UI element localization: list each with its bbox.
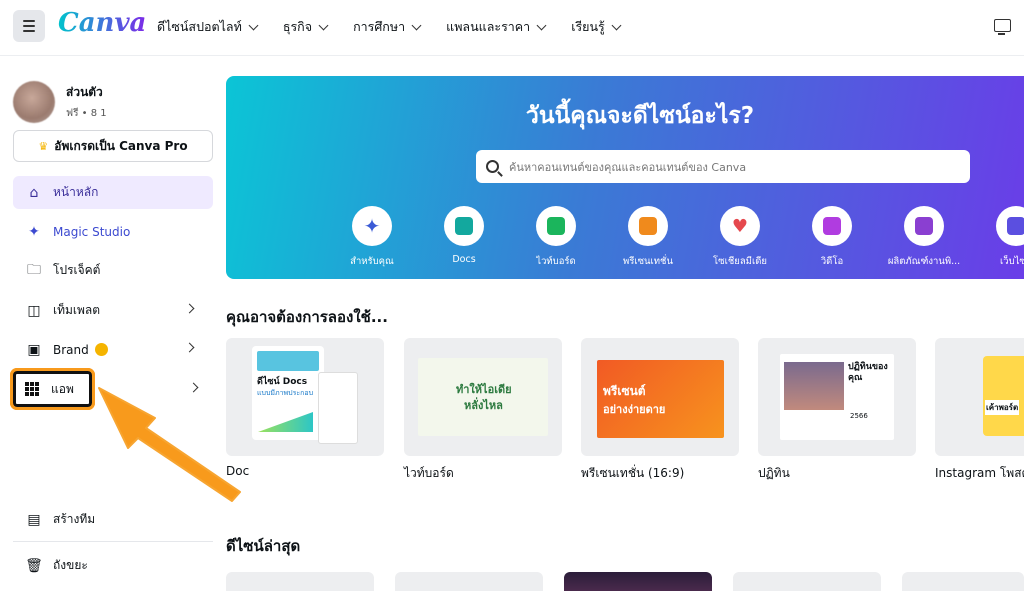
search-icon [486, 160, 499, 173]
sidebar-item-magic-studio[interactable]: ✦ Magic Studio [13, 215, 213, 248]
category-presentation[interactable]: พรีเซนเทชั่น [602, 206, 694, 269]
account-name: ส่วนตัว [66, 85, 103, 99]
sidebar-item-create-team[interactable]: ▤ สร้างทีม [13, 503, 213, 536]
chevron-down-icon [318, 20, 329, 30]
presentation-icon [628, 206, 668, 246]
category-row: ✦ สำหรับคุณ Docs ไวท์บอร์ด พรีเซนเทชั่น … [326, 206, 1024, 269]
doc-icon [444, 206, 484, 246]
sidebar: ส่วนตัว ฟรี • 8 1 ♛ อัพเกรดเป็น Canva Pr… [0, 57, 226, 591]
monitor-icon[interactable] [994, 19, 1011, 35]
trash-icon: 🗑 [25, 557, 43, 574]
divider [13, 541, 213, 542]
template-card-presentation[interactable]: พรีเซนต์ อย่างง่ายดาย [581, 338, 739, 456]
category-for-you[interactable]: ✦ สำหรับคุณ [326, 206, 418, 269]
chevron-right-icon [188, 382, 199, 393]
crown-icon: ♛ [38, 139, 49, 153]
card-label: พรีเซนเทชั่น (16:9) [581, 466, 685, 480]
video-icon [812, 206, 852, 246]
category-print-products[interactable]: ผลิตภัณฑ์งานพิ... [878, 206, 970, 269]
account-switcher[interactable]: ส่วนตัว ฟรี • 8 1 [13, 81, 107, 123]
card-label: Doc [226, 464, 250, 478]
top-nav: ดีไซน์สปอตไลท์ ธุรกิจ การศึกษา แพลนและรา… [157, 17, 646, 37]
account-plan: ฟรี • 8 1 [66, 108, 107, 119]
template-card-calendar[interactable]: ปฏิทินของคุณ 2566 [758, 338, 916, 456]
category-website[interactable]: เว็บไซต์ [970, 206, 1024, 269]
website-icon [996, 206, 1024, 246]
template-card-instagram[interactable]: เค้าพอร์ต [935, 338, 1024, 456]
avatar [13, 81, 55, 123]
search-input[interactable]: ค้นหาคอนเทนต์ของคุณและคอนเทนต์ของ Canva [476, 150, 970, 183]
section-title-recent: ดีไซน์ล่าสุด [226, 537, 301, 555]
sidebar-item-home[interactable]: ⌂ หน้าหลัก [13, 176, 213, 209]
home-icon: ⌂ [29, 184, 39, 201]
template-icon: ◫ [27, 302, 41, 319]
brand-icon: ▣ [27, 341, 41, 358]
crown-badge-icon [94, 343, 108, 356]
apps-grid-icon [25, 382, 39, 396]
nav-plans-pricing[interactable]: แพลนและราคา [446, 17, 547, 37]
chevron-down-icon [411, 20, 422, 30]
upgrade-pro-button[interactable]: ♛ อัพเกรดเป็น Canva Pro [13, 130, 213, 162]
heart-icon: ♥ [720, 206, 760, 246]
category-social-media[interactable]: ♥ โซเชียลมีเดีย [694, 206, 786, 269]
sidebar-item-brand[interactable]: ▣ Brand [13, 333, 213, 366]
sidebar-item-apps[interactable]: แอพ [10, 368, 95, 410]
chevron-down-icon [611, 20, 622, 30]
recent-design-thumbnail[interactable] [564, 572, 712, 591]
sparkle-icon: ✦ [352, 206, 392, 246]
recent-design-thumbnail[interactable] [395, 572, 543, 591]
section-title-try: คุณอาจต้องการลองใช้... [226, 308, 388, 326]
hamburger-menu-icon[interactable] [13, 10, 45, 42]
team-icon: ▤ [27, 511, 41, 528]
template-card-doc[interactable]: ดีไซน์ Docs แบบมีภาพประกอบ [226, 338, 384, 456]
apps-expand[interactable] [180, 373, 210, 406]
category-video[interactable]: วิดีโอ [786, 206, 878, 269]
hero-title: วันนี้คุณจะดีไซน์อะไร? [525, 103, 755, 129]
chevron-right-icon [184, 342, 195, 353]
sidebar-item-projects[interactable]: 🗀 โปรเจ็คต์ [13, 254, 213, 287]
card-label: Instagram โพสต์ [935, 466, 1024, 480]
folder-icon: 🗀 [27, 261, 41, 278]
chevron-down-icon [248, 20, 259, 30]
card-label: ไวท์บอร์ด [404, 466, 454, 480]
card-label: ปฏิทิน [758, 466, 790, 480]
printer-icon [904, 206, 944, 246]
category-docs[interactable]: Docs [418, 206, 510, 269]
hero-banner: วันนี้คุณจะดีไซน์อะไร? ค้นหาคอนเทนต์ของค… [226, 76, 1024, 279]
template-card-whiteboard[interactable]: ทำให้ไอเดีย หลั่งไหล [404, 338, 562, 456]
whiteboard-icon [536, 206, 576, 246]
nav-business[interactable]: ธุรกิจ [283, 17, 329, 37]
nav-learn[interactable]: เรียนรู้ [571, 17, 622, 37]
nav-design-spotlight[interactable]: ดีไซน์สปอตไลท์ [157, 17, 259, 37]
top-bar: Canva ดีไซน์สปอตไลท์ ธุรกิจ การศึกษา แพล… [0, 0, 1024, 56]
category-whiteboard[interactable]: ไวท์บอร์ด [510, 206, 602, 269]
recent-design-thumbnail[interactable] [226, 572, 374, 591]
recent-design-thumbnail[interactable] [902, 572, 1024, 591]
recent-design-thumbnail[interactable] [733, 572, 881, 591]
chevron-down-icon [536, 20, 547, 30]
nav-education[interactable]: การศึกษา [353, 17, 422, 37]
chevron-right-icon [184, 303, 195, 314]
sidebar-item-templates[interactable]: ◫ เท็มเพลต [13, 294, 213, 327]
canva-logo[interactable]: Canva [58, 8, 146, 38]
sidebar-item-trash[interactable]: 🗑 ถังขยะ [13, 549, 213, 582]
sparkle-icon: ✦ [28, 223, 40, 240]
